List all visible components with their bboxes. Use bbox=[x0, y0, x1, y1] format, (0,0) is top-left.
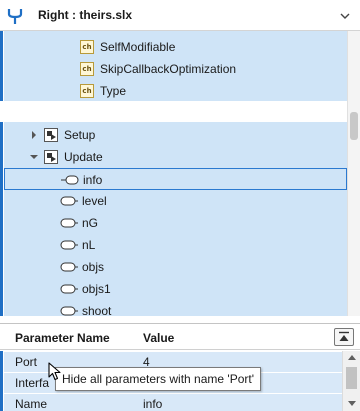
tree-item-nl[interactable]: nL bbox=[4, 234, 347, 256]
mouse-cursor-icon bbox=[48, 362, 61, 381]
expand-arrow-icon[interactable] bbox=[30, 131, 38, 139]
subsystem-icon bbox=[44, 128, 58, 142]
collapse-arrow-icon[interactable] bbox=[30, 153, 38, 161]
title-bar: Right : theirs.slx bbox=[0, 0, 360, 31]
tree-item-label: shoot bbox=[82, 304, 112, 316]
tree-item-skipcallbackoptimization[interactable]: ch SkipCallbackOptimization bbox=[4, 58, 347, 80]
tree-item-type[interactable]: ch Type bbox=[4, 80, 347, 102]
tree-item-label: objs bbox=[82, 260, 105, 274]
tree-item-level[interactable]: level bbox=[4, 190, 347, 212]
column-header-name[interactable]: Parameter Name bbox=[15, 331, 110, 345]
subsystem-icon bbox=[44, 150, 58, 164]
signal-port-icon bbox=[60, 196, 78, 206]
signal-port-icon bbox=[60, 262, 78, 272]
param-row-name[interactable]: Name info bbox=[4, 394, 342, 411]
column-header-value[interactable]: Value bbox=[143, 331, 174, 345]
change-marker bbox=[0, 122, 3, 316]
chevron-down-icon[interactable] bbox=[339, 10, 351, 22]
tree-item-objs[interactable]: objs bbox=[4, 256, 347, 278]
param-name: Port bbox=[15, 355, 38, 369]
change-marker bbox=[0, 31, 3, 101]
tree-item-label: level bbox=[82, 194, 107, 208]
scroll-down-icon[interactable] bbox=[348, 401, 356, 406]
tree-item-label: nL bbox=[82, 238, 96, 252]
signal-port-icon bbox=[61, 175, 79, 185]
param-name: Name bbox=[15, 397, 48, 411]
tree-item-label: info bbox=[83, 173, 103, 187]
param-name: Interfa bbox=[15, 376, 50, 390]
signal-port-icon bbox=[60, 218, 78, 228]
parameter-scrollbar[interactable] bbox=[342, 351, 360, 411]
tooltip: Hide all parameters with name 'Port' bbox=[55, 367, 261, 391]
tree-item-label: Update bbox=[64, 150, 103, 164]
comparison-tree[interactable]: ch SelfModifiable ch SkipCallbackOptimiz… bbox=[0, 31, 360, 316]
signal-port-icon bbox=[60, 284, 78, 294]
tree-item-ng[interactable]: nG bbox=[4, 212, 347, 234]
tree-item-info[interactable]: info bbox=[4, 168, 347, 190]
signal-port-icon bbox=[60, 306, 78, 316]
collapse-up-icon bbox=[339, 331, 349, 341]
tree-item-selfmodifiable[interactable]: ch SelfModifiable bbox=[4, 36, 347, 58]
parameter-scrollbar-thumb[interactable] bbox=[346, 367, 357, 389]
tree-scrollbar[interactable] bbox=[347, 31, 360, 316]
tree-scrollbar-thumb[interactable] bbox=[350, 112, 358, 140]
scroll-up-icon[interactable] bbox=[348, 355, 356, 360]
tree-item-label: nG bbox=[82, 216, 99, 230]
window-title: Right : theirs.slx bbox=[38, 8, 133, 22]
change-marker bbox=[0, 351, 3, 411]
tree-item-label: Type bbox=[100, 84, 127, 98]
tree-item-shoot[interactable]: shoot bbox=[4, 300, 347, 316]
tree-item-setup[interactable]: Setup bbox=[4, 124, 347, 146]
tree-item-label: objs1 bbox=[82, 282, 111, 296]
tree-item-label: SkipCallbackOptimization bbox=[100, 62, 237, 76]
char-param-icon: ch bbox=[80, 84, 94, 98]
signal-port-icon bbox=[60, 240, 78, 250]
hide-parameter-button[interactable] bbox=[334, 328, 354, 346]
tree-item-label: Setup bbox=[64, 128, 96, 142]
merge-fork-icon bbox=[7, 9, 23, 24]
char-param-icon: ch bbox=[80, 62, 94, 76]
parameter-table-header: Parameter Name Value bbox=[0, 324, 360, 350]
param-value: info bbox=[143, 397, 163, 411]
tree-item-update[interactable]: Update bbox=[4, 146, 347, 168]
tree-item-objs1[interactable]: objs1 bbox=[4, 278, 347, 300]
char-param-icon: ch bbox=[80, 40, 94, 54]
tree-item-label: SelfModifiable bbox=[100, 40, 176, 54]
